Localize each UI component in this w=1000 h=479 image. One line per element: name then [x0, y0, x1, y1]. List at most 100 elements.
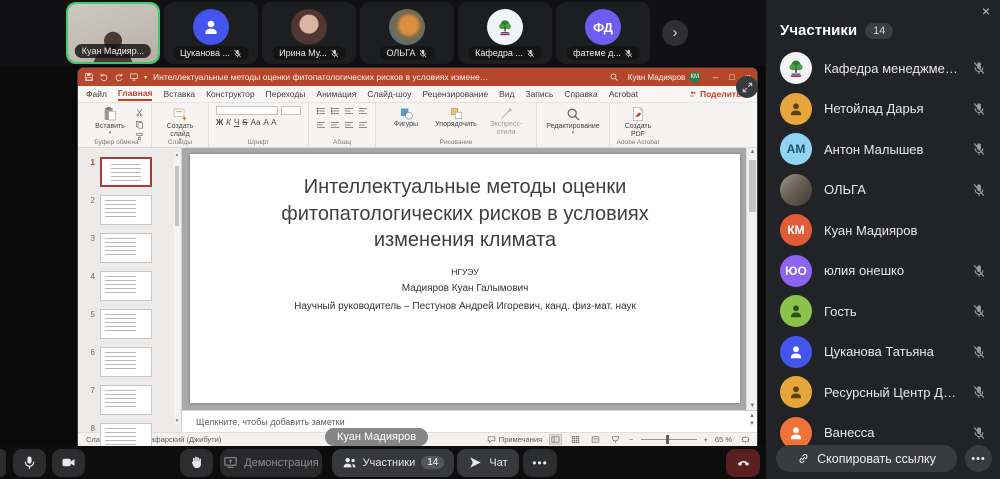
leave-call-button[interactable] [726, 449, 760, 477]
participant-row[interactable]: Цуканова Татьяна [766, 332, 1000, 373]
undo-icon[interactable] [99, 72, 109, 82]
participant-row[interactable]: ОЛЬГА [766, 170, 1000, 211]
strikethrough-button[interactable]: S [242, 119, 247, 127]
mic-muted-icon[interactable] [972, 61, 986, 75]
slide-scrollbar[interactable]: ▲ ▼ [746, 148, 757, 410]
thumb[interactable] [100, 309, 152, 339]
zoom-level[interactable]: 65 % [715, 435, 732, 444]
arrange-button[interactable]: Упорядочить [433, 106, 479, 129]
participant-row[interactable]: АМ Антон Малышев [766, 129, 1000, 170]
video-tile-tsukanova[interactable]: Цуканова ... [164, 2, 258, 64]
view-normal-button[interactable] [549, 434, 562, 445]
tab-acrobat[interactable]: Acrobat [609, 89, 638, 99]
scroll-down-arrow[interactable]: ▼ [747, 403, 758, 409]
tab-slideshow[interactable]: Слайд-шоу [367, 89, 411, 99]
slide-canvas[interactable]: Интеллектуальные методы оценки фитопатол… [190, 154, 740, 403]
panel-more-button[interactable]: ••• [965, 445, 992, 472]
slide-nav-arrows[interactable]: ▲▼ [749, 412, 755, 429]
account-chip[interactable]: Куан Мадияров КМ [628, 72, 700, 83]
edge-button-partial[interactable] [0, 449, 6, 477]
video-tile-kafedra[interactable]: Кафедра ... [458, 2, 552, 64]
quick-styles-button[interactable]: Экспресс-стили [483, 106, 529, 136]
thumb[interactable] [100, 385, 152, 415]
font-size-buttons[interactable]: А А [264, 119, 277, 127]
more-options-button[interactable]: ••• [523, 449, 557, 477]
raise-hand-button[interactable] [180, 449, 213, 477]
align-center-icon[interactable] [330, 120, 340, 130]
thumb[interactable] [100, 271, 152, 301]
participant-row[interactable]: ЮО юлия онешко [766, 251, 1000, 292]
chat-button[interactable]: Чат [457, 449, 519, 477]
save-icon[interactable] [84, 72, 94, 82]
thumbnail-3[interactable]: 3 [78, 233, 181, 263]
mic-muted-icon[interactable] [972, 183, 986, 197]
slide-editing-area[interactable]: Интеллектуальные методы оценки фитопатол… [182, 148, 757, 410]
create-pdf-button[interactable]: Создать PDF [617, 106, 659, 138]
cut-icon[interactable] [135, 108, 144, 117]
slide-title[interactable]: Интеллектуальные методы оценки фитопатол… [281, 174, 649, 254]
italic-button[interactable]: К [226, 119, 231, 127]
mic-muted-icon[interactable] [972, 426, 986, 440]
camera-button[interactable] [52, 449, 85, 477]
zoom-in-button[interactable]: + [704, 435, 708, 444]
participant-row[interactable]: Гость [766, 291, 1000, 332]
bold-button[interactable]: Ж [216, 119, 223, 127]
zoom-out-button[interactable]: − [629, 435, 633, 444]
scroll-thumb[interactable] [749, 160, 756, 212]
video-tile-fateme[interactable]: ФД фатеме д... [556, 2, 650, 64]
qat-customize-caret[interactable]: ▾ [144, 74, 147, 81]
tab-review[interactable]: Рецензирование [422, 89, 488, 99]
scroll-up-arrow[interactable]: ▲ [174, 152, 180, 158]
thumbnail-5[interactable]: 5 [78, 309, 181, 339]
scroll-up-arrow[interactable]: ▲ [747, 149, 758, 155]
participant-row[interactable]: Ресурсный Центр Доброво... [766, 372, 1000, 413]
view-sorter-button[interactable] [569, 434, 582, 445]
underline-button[interactable]: Ч [234, 119, 239, 127]
thumbnail-1[interactable]: 1 [78, 157, 181, 187]
notes-toggle[interactable]: Примечания [487, 435, 542, 444]
align-right-icon[interactable] [344, 120, 354, 130]
participants-button[interactable]: Участники 14 [332, 449, 454, 477]
participant-row[interactable]: Нетойлад Дарья [766, 89, 1000, 130]
close-panel-button[interactable]: × [982, 3, 990, 19]
slide-organization[interactable]: НГУЭУ [451, 267, 478, 277]
video-tile-irina[interactable]: Ирина Му... [262, 2, 356, 64]
copy-link-button[interactable]: Скопировать ссылку [776, 445, 957, 472]
scroll-thumb[interactable] [175, 166, 179, 226]
next-participants-button[interactable]: › [662, 20, 688, 46]
tab-insert[interactable]: Вставка [163, 89, 195, 99]
thumbnail-2[interactable]: 2 [78, 195, 181, 225]
editing-button[interactable]: Редактирование ▾ [544, 106, 602, 136]
align-left-icon[interactable] [316, 120, 326, 130]
tab-home[interactable]: Главная [118, 88, 153, 101]
numbering-icon[interactable] [330, 106, 340, 116]
thumb-selected[interactable] [100, 157, 152, 187]
slide-author[interactable]: Мадияров Куан Галымович [402, 283, 529, 294]
thumbnail-7[interactable]: 7 [78, 385, 181, 415]
ppt-titlebar[interactable]: ▾ Интеллектуальные методы оценки фитопат… [78, 68, 757, 86]
shapes-button[interactable]: Фигуры [383, 106, 429, 129]
tab-transitions[interactable]: Переходы [266, 89, 306, 99]
thumb[interactable] [100, 233, 152, 263]
maximize-button[interactable]: □ [729, 72, 734, 82]
copy-icon[interactable] [135, 120, 144, 129]
minimize-button[interactable]: – [713, 72, 718, 82]
notes-pane[interactable]: Щелкните, чтобы добавить заметки ▲▼ [182, 410, 757, 432]
thumbnails-scrollbar[interactable]: ▲ ▼ [174, 152, 180, 424]
notes-placeholder[interactable]: Щелкните, чтобы добавить заметки [196, 417, 345, 427]
search-icon[interactable] [609, 72, 619, 82]
video-tile-olga[interactable]: ОЛЬГА [360, 2, 454, 64]
mic-muted-icon[interactable] [972, 142, 986, 156]
justify-icon[interactable] [358, 120, 368, 130]
mic-muted-icon[interactable] [972, 102, 986, 116]
screen-share-button[interactable]: Демонстрация [220, 449, 322, 477]
font-size-box[interactable] [281, 106, 301, 115]
tab-record[interactable]: Запись [525, 89, 553, 99]
expand-fullscreen-button[interactable] [736, 76, 758, 98]
scroll-down-arrow[interactable]: ▼ [174, 418, 180, 424]
mic-muted-icon[interactable] [972, 385, 986, 399]
microphone-button[interactable] [13, 449, 46, 477]
change-case-button[interactable]: Аа [251, 119, 261, 127]
view-reading-button[interactable] [589, 434, 602, 445]
indent-icon[interactable] [344, 106, 354, 116]
